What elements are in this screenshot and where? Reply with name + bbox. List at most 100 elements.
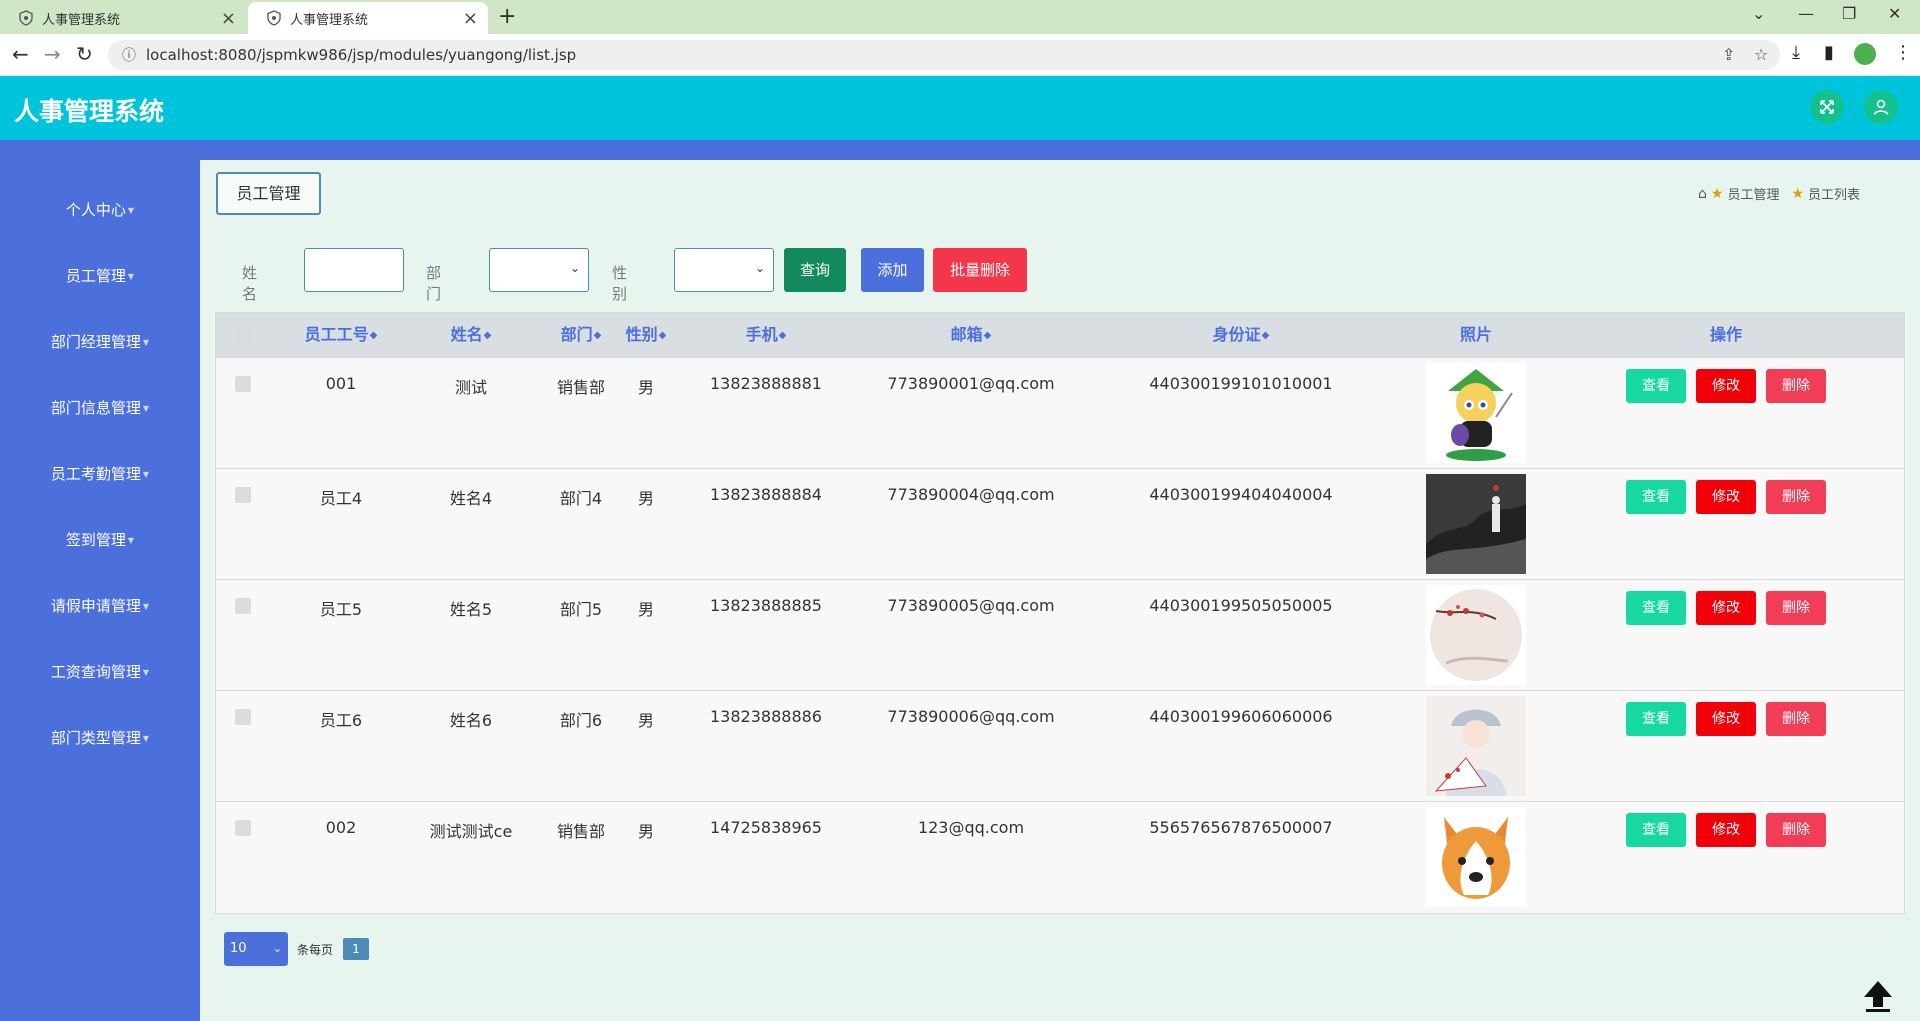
forward-icon[interactable]: → bbox=[44, 44, 61, 64]
sort-icon: ◆ bbox=[658, 329, 667, 341]
cell-name: 姓名6 bbox=[449, 711, 493, 730]
row-checkbox[interactable] bbox=[235, 820, 251, 836]
user-icon[interactable] bbox=[1864, 90, 1898, 124]
bookmark-star-icon[interactable]: ☆ bbox=[1754, 45, 1768, 64]
edit-button[interactable]: 修改 bbox=[1696, 369, 1756, 403]
info-icon[interactable]: ⓘ bbox=[122, 45, 136, 65]
photo-corgi[interactable] bbox=[1426, 807, 1526, 907]
view-button[interactable]: 查看 bbox=[1626, 813, 1686, 847]
delete-button[interactable]: 删除 bbox=[1766, 813, 1826, 847]
download-icon[interactable]: ⤓ bbox=[1792, 42, 1800, 63]
photo-plum-blossom[interactable] bbox=[1426, 585, 1526, 685]
menu-icon[interactable]: ⋮ bbox=[1894, 42, 1912, 63]
view-button[interactable]: 查看 bbox=[1626, 480, 1686, 514]
row-checkbox[interactable] bbox=[235, 376, 251, 392]
cell-gender: 男 bbox=[637, 600, 654, 619]
col-header-phone[interactable]: 手机◆ bbox=[691, 313, 841, 357]
row-checkbox[interactable] bbox=[235, 487, 251, 503]
breadcrumb-item[interactable]: 员工管理 bbox=[1727, 184, 1779, 203]
cell-idcard: 440300199505050005 bbox=[1149, 596, 1333, 615]
cell-email: 773890006@qq.com bbox=[887, 707, 1055, 726]
table-row: 002 测试测试ce 销售部 男 14725838965 123@qq.com … bbox=[216, 801, 1904, 912]
page-title: 员工管理 bbox=[216, 172, 321, 215]
back-icon[interactable]: ← bbox=[12, 44, 29, 64]
reload-icon[interactable]: ↻ bbox=[76, 44, 93, 64]
cell-id: 002 bbox=[325, 818, 357, 837]
sort-icon: ◆ bbox=[483, 329, 492, 341]
page-number-button[interactable]: 1 bbox=[343, 938, 369, 960]
sidebar-item-attendance[interactable]: 员工考勤管理 ▼ bbox=[0, 454, 200, 494]
restore-icon[interactable]: ❐ bbox=[1842, 4, 1856, 23]
close-icon[interactable]: × bbox=[463, 8, 478, 29]
sidebar-item-employee[interactable]: 员工管理 ▼ bbox=[0, 256, 200, 296]
delete-button[interactable]: 删除 bbox=[1766, 480, 1826, 514]
sidebar-item-personal-center[interactable]: 个人中心 ▼ bbox=[0, 190, 200, 230]
browser-tab-2[interactable]: 人事管理系统 × bbox=[248, 2, 488, 34]
name-input[interactable] bbox=[304, 248, 404, 292]
photo-ink-landscape[interactable] bbox=[1426, 474, 1526, 574]
cell-name: 姓名4 bbox=[449, 489, 493, 508]
page-size-value: 10 bbox=[230, 941, 247, 956]
add-button[interactable]: 添加 bbox=[861, 248, 924, 292]
cell-name: 测试 bbox=[454, 378, 487, 397]
cell-id: 001 bbox=[325, 374, 357, 393]
caret-down-icon: ▼ bbox=[142, 337, 150, 347]
back-to-top-icon[interactable] bbox=[1862, 979, 1894, 1013]
sidebar: 个人中心 ▼ 员工管理 ▼ 部门经理管理 ▼ 部门信息管理 ▼ 员工考勤管理 ▼ 签到管理… bbox=[0, 160, 200, 1021]
employee-table: 员工工号◆ 姓名◆ 部门◆ 性别◆ 手机◆ 邮箱◆ 身份证◆ 照片 操作 001… bbox=[215, 312, 1905, 914]
cell-email: 123@qq.com bbox=[917, 818, 1025, 837]
edit-button[interactable]: 修改 bbox=[1696, 480, 1756, 514]
sidebar-item-signin[interactable]: 签到管理 ▼ bbox=[0, 520, 200, 560]
photo-cartoon-avatar[interactable] bbox=[1426, 363, 1526, 463]
profile-avatar[interactable] bbox=[1854, 43, 1876, 65]
caret-down-icon: ▼ bbox=[142, 469, 150, 479]
star-icon: ★ bbox=[1710, 185, 1724, 202]
col-header-gender[interactable]: 性别◆ bbox=[611, 313, 681, 357]
new-tab-icon[interactable]: + bbox=[498, 2, 516, 32]
edit-button[interactable]: 修改 bbox=[1696, 702, 1756, 736]
sidebar-item-label: 请假申请管理 bbox=[50, 597, 141, 615]
col-header-idcard[interactable]: 身份证◆ bbox=[1126, 313, 1356, 357]
photo-opera-portrait[interactable] bbox=[1426, 696, 1526, 796]
browser-tab-1[interactable]: 人事管理系统 × bbox=[0, 2, 246, 34]
sidebar-item-dept-type[interactable]: 部门类型管理 ▼ bbox=[0, 718, 200, 758]
share-icon[interactable]: ⇪ bbox=[1722, 45, 1735, 64]
cell-idcard: 440300199404040004 bbox=[1149, 485, 1333, 504]
gender-select[interactable]: ⌄ bbox=[674, 248, 774, 292]
sidebar-item-leave[interactable]: 请假申请管理 ▼ bbox=[0, 586, 200, 626]
sidebar-item-dept-manager[interactable]: 部门经理管理 ▼ bbox=[0, 322, 200, 362]
select-all-checkbox[interactable] bbox=[235, 327, 251, 343]
dept-select[interactable]: ⌄ bbox=[489, 248, 589, 292]
address-bar[interactable]: ⓘ localhost:8080/jspmkw986/jsp/modules/y… bbox=[108, 40, 1780, 70]
home-icon[interactable]: ⌂ bbox=[1698, 186, 1707, 202]
close-icon[interactable]: × bbox=[221, 8, 236, 29]
col-header-email[interactable]: 邮箱◆ bbox=[881, 313, 1061, 357]
sidepanel-icon[interactable]: ▮ bbox=[1824, 42, 1834, 63]
view-button[interactable]: 查看 bbox=[1626, 369, 1686, 403]
minimize-icon[interactable]: — bbox=[1798, 4, 1814, 23]
edit-button[interactable]: 修改 bbox=[1696, 591, 1756, 625]
col-header-name[interactable]: 姓名◆ bbox=[411, 313, 531, 357]
breadcrumb: ⌂ ★ 员工管理 ★ 员工列表 bbox=[1698, 184, 1860, 204]
delete-button[interactable]: 删除 bbox=[1766, 369, 1826, 403]
batch-delete-button[interactable]: 批量删除 bbox=[933, 248, 1027, 292]
close-window-icon[interactable]: ✕ bbox=[1888, 4, 1901, 23]
row-checkbox[interactable] bbox=[235, 598, 251, 614]
row-checkbox[interactable] bbox=[235, 709, 251, 725]
cell-email: 773890001@qq.com bbox=[887, 374, 1055, 393]
delete-button[interactable]: 删除 bbox=[1766, 702, 1826, 736]
fullscreen-icon[interactable] bbox=[1810, 90, 1844, 124]
sidebar-item-dept-info[interactable]: 部门信息管理 ▼ bbox=[0, 388, 200, 428]
table-row: 员工4 姓名4 部门4 男 13823888884 773890004@qq.c… bbox=[216, 468, 1904, 579]
col-header-id[interactable]: 员工工号◆ bbox=[281, 313, 401, 357]
edit-button[interactable]: 修改 bbox=[1696, 813, 1756, 847]
delete-button[interactable]: 删除 bbox=[1766, 591, 1826, 625]
query-button[interactable]: 查询 bbox=[784, 248, 846, 292]
page-size-select[interactable]: 10 ⌄ bbox=[224, 932, 288, 966]
cell-phone: 13823888881 bbox=[710, 374, 822, 393]
sidebar-item-salary[interactable]: 工资查询管理 ▼ bbox=[0, 652, 200, 692]
table-row: 001 测试 销售部 男 13823888881 773890001@qq.co… bbox=[216, 357, 1904, 468]
tab-search-icon[interactable]: ⌄ bbox=[1752, 4, 1765, 23]
view-button[interactable]: 查看 bbox=[1626, 702, 1686, 736]
view-button[interactable]: 查看 bbox=[1626, 591, 1686, 625]
